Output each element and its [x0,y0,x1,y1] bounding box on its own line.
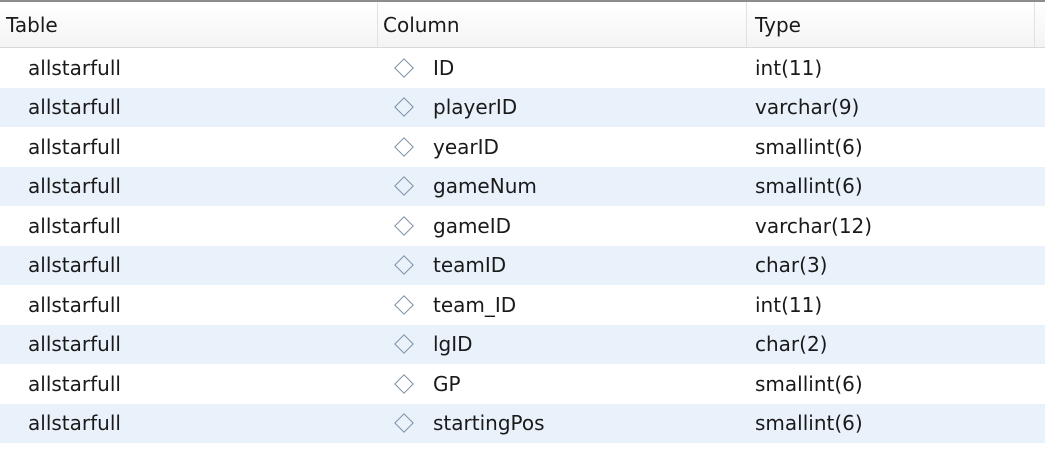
cell-column: lgID [378,332,747,356]
cell-type: varchar(9) [755,95,860,120]
table-row[interactable]: allstarfull yearID smallint(6) [0,127,1045,167]
column-diamond-icon [394,57,414,78]
column-diamond-icon [394,255,414,276]
cell-type: int(11) [755,55,823,80]
cell-table: allstarfull [28,332,121,357]
cell-column: team_ID [378,293,747,317]
column-diamond-icon [394,294,414,315]
column-diamond-icon [394,215,414,236]
table-row[interactable]: allstarfull gameNum smallint(6) [0,166,1045,206]
cell-column: gameID [378,214,747,238]
column-diamond-icon [394,373,414,394]
cell-type: smallint(6) [755,174,863,199]
grid-body: allstarfull ID int(11) allstarfull playe… [0,48,1045,443]
cell-column: GP [378,372,747,396]
table-row[interactable]: allstarfull teamID char(3) [0,245,1045,285]
table-row[interactable]: allstarfull gameID varchar(12) [0,206,1045,246]
cell-type: smallint(6) [755,371,863,396]
column-name: team_ID [433,292,517,317]
cell-table: allstarfull [28,292,121,317]
cell-table: allstarfull [28,134,121,159]
column-diamond-icon [394,413,414,434]
column-name: yearID [433,134,499,159]
column-name: playerID [433,95,518,120]
cell-table: allstarfull [28,95,121,120]
column-name: gameID [433,213,512,238]
cell-table: allstarfull [28,371,121,396]
column-diamond-icon [394,176,414,197]
cell-type: smallint(6) [755,411,863,436]
cell-table: allstarfull [28,55,121,80]
column-diamond-icon [394,334,414,355]
cell-type: int(11) [755,292,823,317]
column-diamond-icon [394,136,414,157]
header-table[interactable]: Table [0,2,378,47]
table-row[interactable]: allstarfull lgID char(2) [0,324,1045,364]
cell-type: char(3) [755,253,828,278]
column-name: startingPos [433,411,545,436]
column-name: ID [433,55,455,80]
cell-column: teamID [378,253,747,277]
column-name: gameNum [433,174,537,199]
cell-type: char(2) [755,332,828,357]
header-column[interactable]: Column [378,2,747,47]
column-name: lgID [433,332,473,357]
column-name: GP [433,371,461,396]
cell-column: playerID [378,95,747,119]
cell-table: allstarfull [28,213,121,238]
cell-column: gameNum [378,174,747,198]
grid-header: Table Column Type [0,2,1045,48]
cell-table: allstarfull [28,253,121,278]
table-row[interactable]: allstarfull GP smallint(6) [0,364,1045,404]
cell-table: allstarfull [28,411,121,436]
header-type[interactable]: Type [747,2,1035,47]
table-row[interactable]: allstarfull team_ID int(11) [0,285,1045,325]
cell-column: startingPos [378,411,747,435]
column-name: teamID [433,253,507,278]
columns-grid: Table Column Type allstarfull ID int(11)… [0,0,1045,455]
column-diamond-icon [394,97,414,118]
cell-column: ID [378,56,747,80]
table-row[interactable]: allstarfull ID int(11) [0,48,1045,88]
table-row[interactable]: allstarfull playerID varchar(9) [0,87,1045,127]
cell-table: allstarfull [28,174,121,199]
cell-type: varchar(12) [755,213,873,238]
table-row[interactable]: allstarfull startingPos smallint(6) [0,403,1045,443]
cell-column: yearID [378,135,747,159]
cell-type: smallint(6) [755,134,863,159]
